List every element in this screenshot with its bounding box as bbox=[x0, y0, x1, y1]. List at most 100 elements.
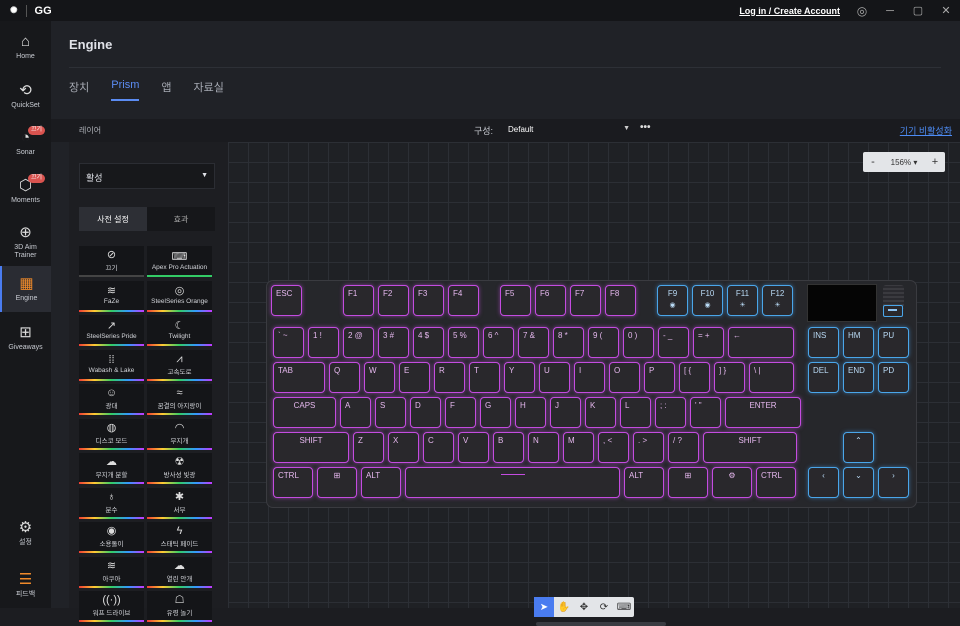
sidebar-item-feedback[interactable]: ☰ 피드백 bbox=[0, 571, 51, 599]
key[interactable] bbox=[405, 467, 620, 498]
key[interactable]: F9 ◉ bbox=[657, 285, 688, 316]
sidebar-item-quickset[interactable]: ⟲ QuickSet bbox=[0, 82, 51, 112]
key[interactable]: , < bbox=[598, 432, 629, 463]
key[interactable]: / ? bbox=[668, 432, 699, 463]
key[interactable]: ⊞ bbox=[317, 467, 357, 498]
zoom-level-select[interactable]: 156% ▾ bbox=[883, 158, 925, 167]
sidebar-item-engine[interactable]: ▦ Engine bbox=[0, 266, 51, 312]
key[interactable]: CTRL bbox=[273, 467, 313, 498]
key[interactable]: \ | bbox=[749, 362, 794, 393]
key[interactable]: [ { bbox=[679, 362, 710, 393]
sidebar-item-3d-aim-trainer[interactable]: ⊕ 3D Aim Trainer bbox=[0, 224, 51, 260]
key[interactable]: ESC bbox=[271, 285, 302, 316]
key[interactable]: ⊞ bbox=[668, 467, 708, 498]
key[interactable]: . > bbox=[633, 432, 664, 463]
keyboard-tool-icon[interactable]: ⌨ bbox=[614, 597, 634, 617]
key[interactable]: O bbox=[609, 362, 640, 393]
tab-prism[interactable]: Prism bbox=[111, 79, 140, 101]
key[interactable]: F2 bbox=[378, 285, 409, 316]
key[interactable]: INS bbox=[808, 327, 839, 358]
key[interactable]: F7 bbox=[570, 285, 601, 316]
key[interactable]: ← bbox=[728, 327, 794, 358]
key[interactable]: S bbox=[375, 397, 406, 428]
key[interactable]: 2 @ bbox=[343, 327, 374, 358]
preset-tile[interactable]: ☺ 광대 bbox=[79, 384, 144, 415]
media-key[interactable] bbox=[883, 305, 903, 317]
key[interactable]: ⚙ bbox=[712, 467, 752, 498]
key[interactable]: SHIFT bbox=[703, 432, 797, 463]
login-link[interactable]: Log in / Create Account bbox=[739, 6, 840, 16]
preset-tile[interactable]: ☢ 방사성 빛광 bbox=[147, 453, 212, 484]
key[interactable]: PD bbox=[878, 362, 909, 393]
key[interactable]: F8 bbox=[605, 285, 636, 316]
key[interactable]: I bbox=[574, 362, 605, 393]
minimize-button[interactable]: ─ bbox=[876, 0, 904, 21]
key[interactable]: N bbox=[528, 432, 559, 463]
key[interactable]: B bbox=[493, 432, 524, 463]
key[interactable]: F1 bbox=[343, 285, 374, 316]
preset-tile[interactable]: ☁ 열린 안개 bbox=[147, 556, 212, 588]
key[interactable]: Z bbox=[353, 432, 384, 463]
horizontal-scrollbar[interactable] bbox=[536, 622, 666, 626]
sidebar-item-home[interactable]: ⌂ Home bbox=[0, 33, 51, 63]
sidebar-item-sonar[interactable]: 끄기 ◔ Sonar bbox=[0, 126, 51, 159]
preset-tile[interactable]: ((·)) 워프 드라이브 bbox=[79, 591, 144, 622]
key[interactable]: = + bbox=[693, 327, 724, 358]
preset-tile[interactable]: ⌨ Apex Pro Actuation bbox=[147, 246, 212, 277]
account-icon[interactable]: ◎ bbox=[848, 0, 876, 21]
key[interactable]: › bbox=[878, 467, 909, 498]
cycle-tool-icon[interactable]: ⟳ bbox=[594, 597, 614, 617]
key[interactable]: 7 & bbox=[518, 327, 549, 358]
key[interactable]: U bbox=[539, 362, 570, 393]
select-tool-icon[interactable]: ➤ bbox=[534, 597, 554, 617]
key[interactable]: T bbox=[469, 362, 500, 393]
key[interactable]: ; : bbox=[655, 397, 686, 428]
key[interactable]: ] } bbox=[714, 362, 745, 393]
key[interactable]: F6 bbox=[535, 285, 566, 316]
key[interactable]: X bbox=[388, 432, 419, 463]
key[interactable]: F12 ☀ bbox=[762, 285, 793, 316]
config-select[interactable]: Default ▼ bbox=[506, 122, 632, 139]
preset-tile[interactable]: ⁞⁞ Wabash & Lake bbox=[79, 349, 144, 381]
key[interactable]: R bbox=[434, 362, 465, 393]
key[interactable]: ⌄ bbox=[843, 467, 874, 498]
preset-tile[interactable]: ⊘ 끄기 bbox=[79, 246, 144, 277]
key[interactable]: TAB bbox=[273, 362, 325, 393]
tab-devices[interactable]: 장치 bbox=[69, 79, 89, 101]
key[interactable]: F4 bbox=[448, 285, 479, 316]
close-button[interactable]: ✕ bbox=[932, 0, 960, 21]
key[interactable]: - _ bbox=[658, 327, 689, 358]
key[interactable]: ALT bbox=[361, 467, 401, 498]
preset-tile[interactable]: ☁ 무지개 분할 bbox=[79, 453, 144, 484]
key[interactable]: 1 ! bbox=[308, 327, 339, 358]
key[interactable]: 4 $ bbox=[413, 327, 444, 358]
layer-state-dropdown[interactable]: 활성 ▼ bbox=[79, 163, 215, 189]
preset-tile[interactable]: ⩘ 고속도로 bbox=[147, 349, 212, 381]
key[interactable]: ENTER bbox=[725, 397, 801, 428]
preset-tile[interactable]: ↗ SteelSeries Pride bbox=[79, 315, 144, 346]
sidebar-item-moments[interactable]: 끄기 ⬡ Moments bbox=[0, 174, 51, 207]
preset-tile[interactable]: ✱ 서부 bbox=[147, 487, 212, 519]
tab-effects[interactable]: 효과 bbox=[147, 207, 215, 231]
key[interactable]: HM bbox=[843, 327, 874, 358]
key[interactable]: PU bbox=[878, 327, 909, 358]
tab-presets[interactable]: 사전 설정 bbox=[79, 207, 147, 231]
tab-library[interactable]: 자료실 bbox=[193, 79, 223, 101]
key[interactable]: ALT bbox=[624, 467, 664, 498]
key[interactable]: F3 bbox=[413, 285, 444, 316]
sidebar-item-settings[interactable]: ⚙ 설정 bbox=[0, 519, 51, 547]
preset-tile[interactable]: ◎ SteelSeries Orange bbox=[147, 280, 212, 312]
key[interactable]: V bbox=[458, 432, 489, 463]
preset-tile[interactable]: ◍ 디스코 모드 bbox=[79, 418, 144, 450]
sidebar-item-giveaways[interactable]: ⊞ Giveaways bbox=[0, 324, 51, 354]
preset-tile[interactable]: ◉ 소용돌이 bbox=[79, 522, 144, 553]
key[interactable]: DEL bbox=[808, 362, 839, 393]
hand-tool-icon[interactable]: ✋ bbox=[554, 597, 574, 617]
preset-tile[interactable]: ϟ 스태틱 페이드 bbox=[147, 522, 212, 553]
zoom-in-button[interactable]: + bbox=[925, 156, 945, 168]
key[interactable]: K bbox=[585, 397, 616, 428]
key[interactable]: M bbox=[563, 432, 594, 463]
key[interactable]: F bbox=[445, 397, 476, 428]
key[interactable]: D bbox=[410, 397, 441, 428]
key[interactable]: ‹ bbox=[808, 467, 839, 498]
